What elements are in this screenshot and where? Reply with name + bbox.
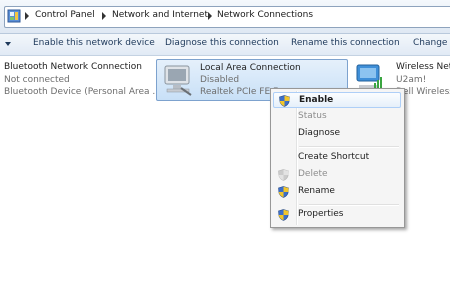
menu-item-label: Delete xyxy=(298,169,328,179)
connection-status: Disabled xyxy=(200,75,240,85)
breadcrumb-network-connections[interactable]: Network Connections xyxy=(217,10,313,20)
connection-name: Wireless Netw xyxy=(396,62,450,72)
menu-item-rename[interactable]: Rename xyxy=(273,184,401,200)
breadcrumb-separator-icon xyxy=(25,12,29,20)
address-bar: Control Panel Network and Internet Netwo… xyxy=(0,0,450,34)
connection-bluetooth[interactable]: Bluetooth Network Connection Not connect… xyxy=(4,59,161,101)
breadcrumb-separator-icon xyxy=(102,12,106,20)
menu-item-label: Enable xyxy=(299,95,334,105)
connection-name: Bluetooth Network Connection xyxy=(4,62,142,72)
enable-device-button[interactable]: Enable this network device xyxy=(33,38,155,48)
context-menu: Enable Status Diagnose Create Shortcut D… xyxy=(270,88,405,228)
control-panel-icon xyxy=(7,9,21,23)
breadcrumb-separator-icon xyxy=(208,12,212,20)
connection-name: Local Area Connection xyxy=(200,63,301,73)
menu-item-properties[interactable]: Properties xyxy=(273,207,401,223)
menu-separator xyxy=(299,204,399,206)
uac-shield-icon xyxy=(278,209,289,221)
command-bar: Enable this network device Diagnose this… xyxy=(0,34,450,56)
uac-shield-icon xyxy=(278,169,289,181)
menu-item-enable[interactable]: Enable xyxy=(273,92,401,108)
connection-status: Not connected xyxy=(4,75,70,85)
menu-item-label: Properties xyxy=(298,209,344,219)
breadcrumb[interactable]: Control Panel Network and Internet Netwo… xyxy=(4,6,450,28)
menu-item-delete: Delete xyxy=(273,167,401,183)
menu-item-label: Status xyxy=(298,111,327,121)
breadcrumb-control-panel[interactable]: Control Panel xyxy=(35,10,95,20)
connection-status: U2am! xyxy=(396,75,427,85)
menu-item-create-shortcut[interactable]: Create Shortcut xyxy=(273,150,401,166)
menu-separator xyxy=(299,146,399,148)
diagnose-connection-button[interactable]: Diagnose this connection xyxy=(165,38,279,48)
menu-item-label: Diagnose xyxy=(298,128,341,138)
connection-device: Bluetooth Device (Personal Area ... xyxy=(4,87,161,97)
breadcrumb-network-and-internet[interactable]: Network and Internet xyxy=(112,10,208,20)
change-settings-button[interactable]: Change s xyxy=(413,38,450,48)
menu-item-status: Status xyxy=(273,109,401,125)
menu-item-diagnose[interactable]: Diagnose xyxy=(273,126,401,142)
uac-shield-icon xyxy=(279,95,290,107)
uac-shield-icon xyxy=(278,186,289,198)
menu-item-label: Rename xyxy=(298,186,335,196)
menu-item-label: Create Shortcut xyxy=(298,152,370,162)
rename-connection-button[interactable]: Rename this connection xyxy=(291,38,400,48)
organize-dropdown-icon[interactable] xyxy=(5,42,11,46)
network-adapter-icon xyxy=(164,65,192,96)
